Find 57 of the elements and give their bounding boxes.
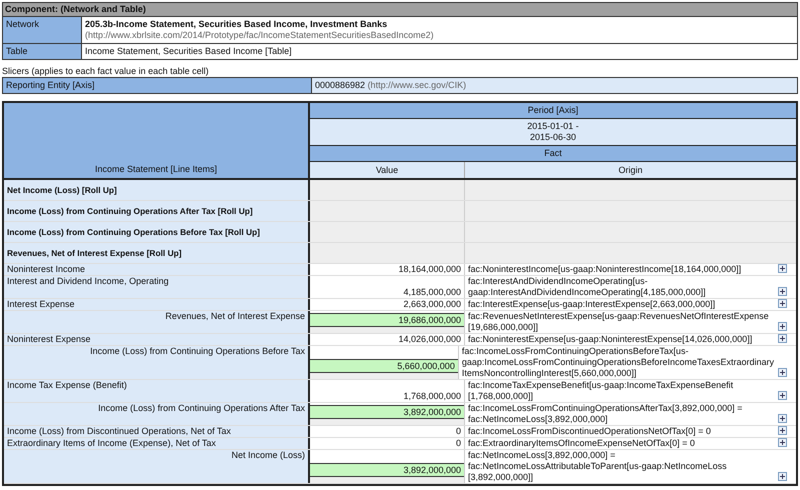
fact-origin: fac:NetIncomeLoss[3,892,000,000] = fac:NetIncomeLossAttributableToParent[us-gaap:NetIncomeLoss [3,892,000,000]] <box>468 450 728 483</box>
fact-origin: fac:NoninterestIncome[us-gaap:NoninterestIncome[18,164,000,000]] <box>468 264 742 275</box>
expand-icon[interactable] <box>778 391 787 400</box>
line-item-label: Income (Loss) from Continuing Operations After Tax <box>98 403 305 414</box>
expand-icon[interactable] <box>778 414 787 423</box>
fact-origin: fac:IncomeLossFromDiscontinuedOperationsNetOfTax[0] = 0 <box>468 426 712 437</box>
line-item-label: Net Income (Loss) <box>231 450 305 461</box>
line-item-label: Income Tax Expense (Benefit) <box>7 380 127 391</box>
fact-origin: fac:NoninterestExpense[us-gaap:NoninterestExpense[14,026,000,000]] <box>468 334 754 345</box>
expand-icon[interactable] <box>778 438 787 447</box>
line-item-label: Income (Loss) from Continuing Operations Before Tax <box>90 346 305 357</box>
table-label: Table <box>3 44 82 59</box>
fact-value: 14,026,000,000 <box>397 334 462 345</box>
line-item-label: Interest and Dividend Income, Operating <box>7 276 169 287</box>
fact-value: 4,185,000,000 <box>402 287 462 298</box>
line-item-label: Revenues, Net of Interest Expense <box>165 311 305 322</box>
slicer-value: 0000886982 (http://www.sec.gov/CIK) <box>312 78 797 93</box>
fact-value: 0 <box>454 438 462 449</box>
fact-origin: fac:ExtraordinaryItemsOfIncomeExpenseNetOfTax[0] = 0 <box>468 438 696 449</box>
network-label: Network <box>3 17 82 43</box>
fact-header: Fact <box>310 146 796 162</box>
expand-icon[interactable] <box>778 368 787 377</box>
fact-value: 5,660,000,000 <box>310 359 458 373</box>
expand-icon[interactable] <box>778 287 787 296</box>
network-url: (http://www.xbrlsite.com/2014/Prototype/fac/IncomeStatementSecuritiesBasedIncome2) <box>85 30 435 41</box>
expand-icon[interactable] <box>778 472 787 481</box>
fact-value: 2,663,000,000 <box>402 299 462 310</box>
expand-icon[interactable] <box>778 264 787 273</box>
line-items-header: Income Statement [Line Items] <box>4 103 310 180</box>
slicer-axis-label: Reporting Entity [Axis] <box>3 78 312 93</box>
expand-icon[interactable] <box>778 322 787 331</box>
line-item-label: Income (Loss) from Discontinued Operations, Net of Tax <box>7 426 231 437</box>
expand-icon[interactable] <box>778 334 787 343</box>
fact-value: 1,768,000,000 <box>402 391 462 402</box>
network-name: 205.3b-Income Statement, Securities Based Income, Investment Banks <box>85 19 388 30</box>
value-header: Value <box>310 162 465 178</box>
expand-icon[interactable] <box>778 299 787 308</box>
line-item-label: Interest Expense <box>7 299 75 310</box>
fact-value: 3,892,000,000 <box>310 405 464 419</box>
fact-value: 19,686,000,000 <box>310 313 464 327</box>
fact-value: 0 <box>454 426 462 437</box>
expand-icon[interactable] <box>778 426 787 435</box>
period-axis-header: Period [Axis] <box>310 103 796 119</box>
slicers-caption: Slicers (applies to each fact value in each table cell) <box>2 66 210 77</box>
line-item-label: Net Income (Loss) [Roll Up] <box>7 184 117 196</box>
line-item-label: Noninterest Expense <box>7 334 91 345</box>
fact-value: 18,164,000,000 <box>397 264 462 275</box>
origin-header: Origin <box>617 164 644 177</box>
table-name: Income Statement, Securities Based Income [Table] <box>84 45 293 58</box>
line-item-label: Extraordinary Items of Income (Expense), Net of Tax <box>7 438 216 449</box>
fact-origin: fac:InterestExpense[us-gaap:InterestExpense[2,663,000,000]] <box>468 299 716 310</box>
line-item-label: Income (Loss) from Continuing Operations After Tax [Roll Up] <box>7 206 253 216</box>
fact-value: 3,892,000,000 <box>310 463 464 477</box>
line-item-label: Revenues, Net of Interest Expense [Roll Up] <box>7 248 182 258</box>
line-item-label: Noninterest Income <box>7 264 86 275</box>
line-item-label: Income (Loss) from Continuing Operations Before Tax [Roll Up] <box>7 226 260 238</box>
component-title: Component: (Network and Table) <box>3 3 797 17</box>
